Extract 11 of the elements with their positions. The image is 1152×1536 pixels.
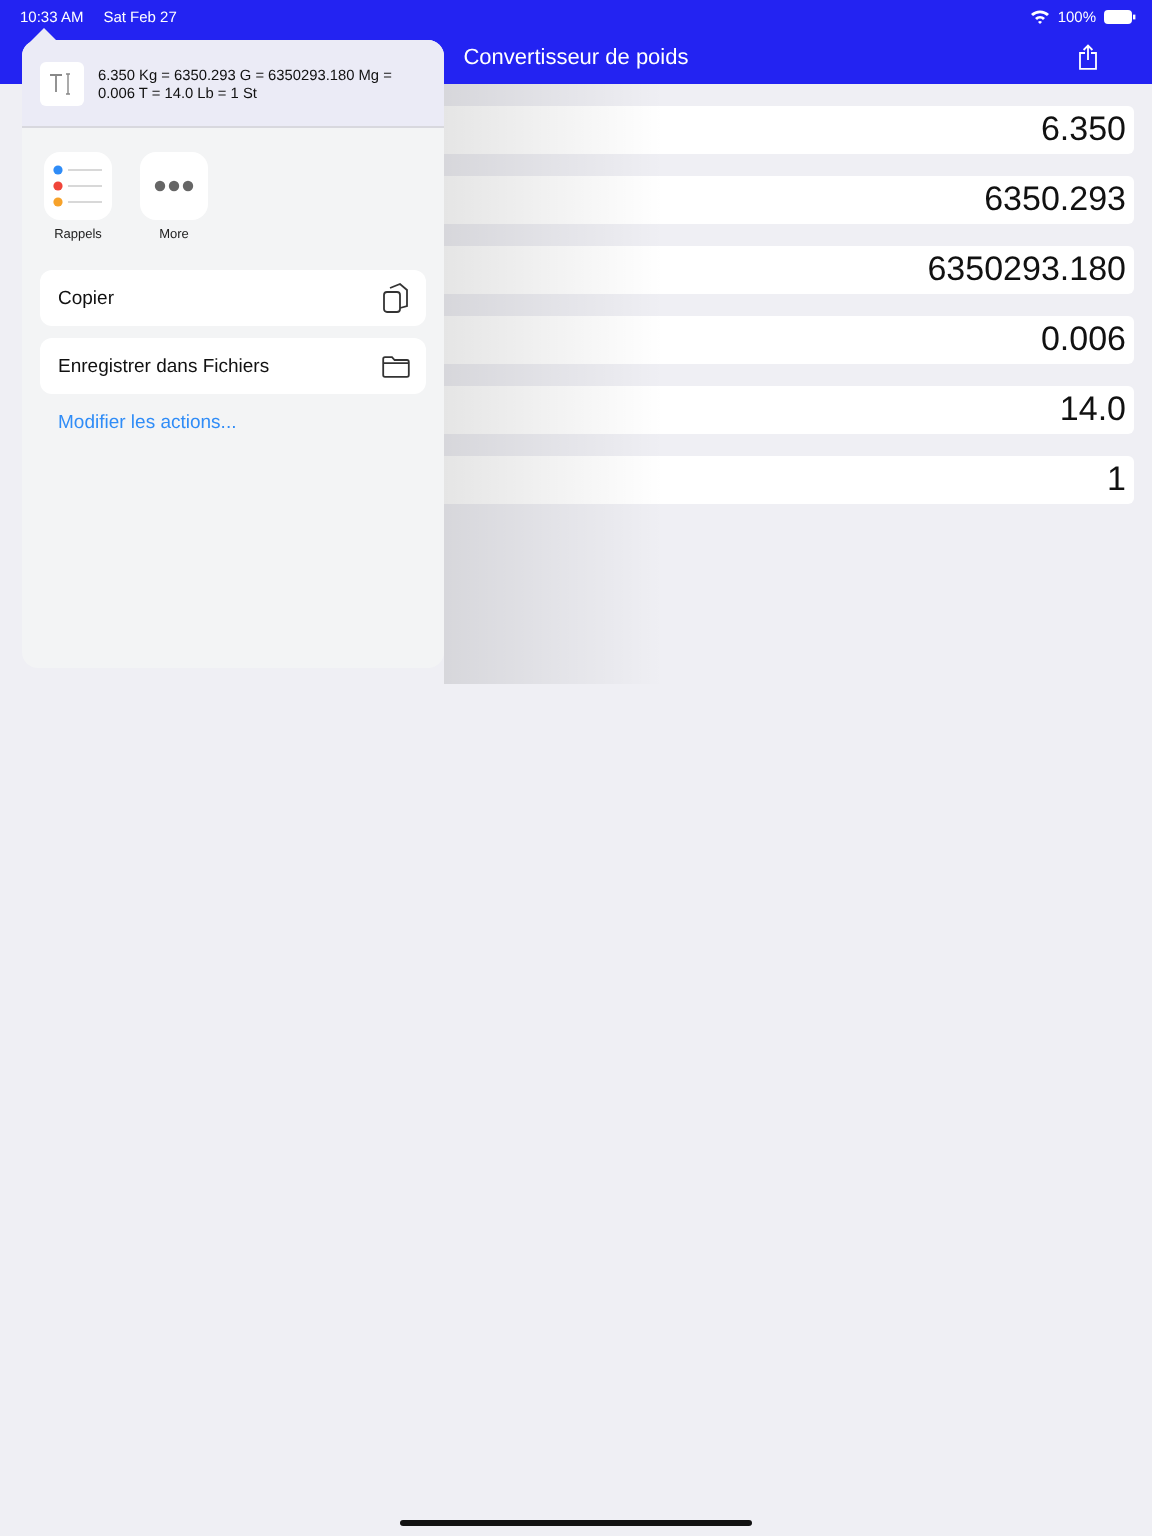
action-button[interactable]: Enregistrer dans Fichiers: [40, 338, 426, 394]
share-icon[interactable]: [1078, 44, 1098, 70]
nav-title: Convertisseur de poids: [463, 46, 689, 70]
folder-icon: [382, 355, 410, 377]
more-icon[interactable]: [140, 152, 208, 220]
text-document-icon: [40, 62, 84, 106]
battery-icon: [1104, 9, 1136, 23]
reminders-app-icon[interactable]: [44, 152, 112, 220]
action-button[interactable]: Copier: [40, 270, 426, 326]
wifi-icon: [1029, 8, 1050, 24]
copy-icon: [382, 282, 410, 314]
